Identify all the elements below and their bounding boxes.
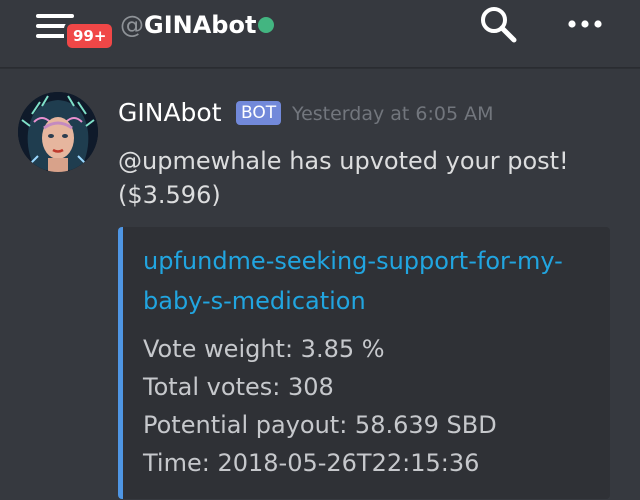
message-timestamp: Yesterday at 6:05 AM: [292, 103, 494, 125]
message-embed: upfundme-seeking-support-for-my-baby-s-m…: [118, 227, 610, 499]
channel-name: GINAbot: [144, 11, 257, 39]
embed-field-time: Time: 2018-05-26T22:15:36: [143, 449, 480, 477]
channel-prefix: @: [120, 11, 144, 39]
app-window: 99+ @GINAbot GINAbot BOT Yesterday at 6:…: [0, 0, 640, 500]
search-button[interactable]: [478, 4, 520, 46]
embed-field-potential-payout: Potential payout: 58.639 SBD: [143, 411, 497, 439]
message: GINAbot BOT Yesterday at 6:05 AM @upmewh…: [0, 68, 640, 500]
embed-field-total-votes: Total votes: 308: [143, 373, 334, 401]
hamburger-menu-icon: [36, 14, 74, 18]
more-dots-icon: [568, 20, 602, 28]
author-name[interactable]: GINAbot: [118, 96, 222, 130]
unread-badge: 99+: [64, 21, 116, 51]
bot-tag: BOT: [236, 101, 282, 125]
avatar-portrait-image: [18, 92, 98, 172]
message-text: @upmewhale has upvoted your post! ($3.59…: [118, 147, 569, 209]
top-bar: 99+ @GINAbot: [0, 0, 640, 68]
more-options-button[interactable]: [566, 10, 606, 40]
online-status-icon: [258, 17, 274, 33]
author-avatar[interactable]: [18, 92, 98, 172]
embed-field-vote-weight: Vote weight: 3.85 %: [143, 335, 385, 363]
search-icon: [481, 7, 517, 43]
channel-title: @GINAbot: [120, 8, 256, 42]
embed-title-link[interactable]: upfundme-seeking-support-for-my-baby-s-m…: [143, 241, 583, 321]
